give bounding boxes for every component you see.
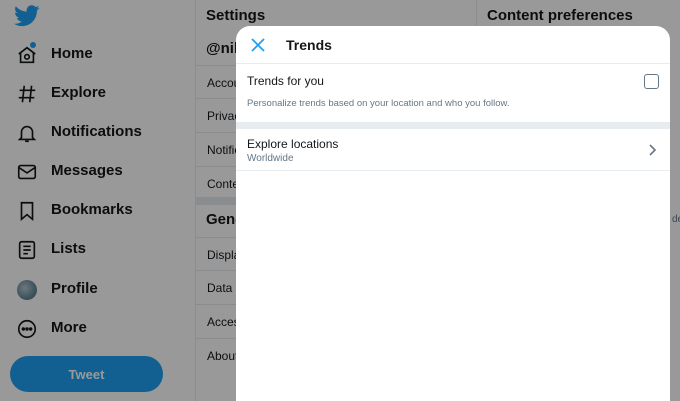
explore-locations-row[interactable]: Explore locations Worldwide — [236, 129, 670, 171]
modal-divider — [236, 122, 670, 129]
explore-locations-label: Explore locations — [247, 137, 339, 151]
modal-title: Trends — [286, 37, 332, 53]
trends-for-you-description: Personalize trends based on your locatio… — [247, 98, 510, 109]
trends-for-you-label: Trends for you — [247, 74, 324, 88]
close-icon[interactable] — [248, 35, 268, 55]
modal-header: Trends — [236, 26, 670, 64]
chevron-right-icon — [646, 143, 658, 157]
trends-for-you-row[interactable]: Trends for you Personalize trends based … — [236, 64, 670, 122]
explore-locations-value: Worldwide — [247, 153, 294, 164]
trends-for-you-checkbox[interactable] — [644, 74, 659, 89]
trends-modal: Trends Trends for you Personalize trends… — [236, 26, 670, 401]
